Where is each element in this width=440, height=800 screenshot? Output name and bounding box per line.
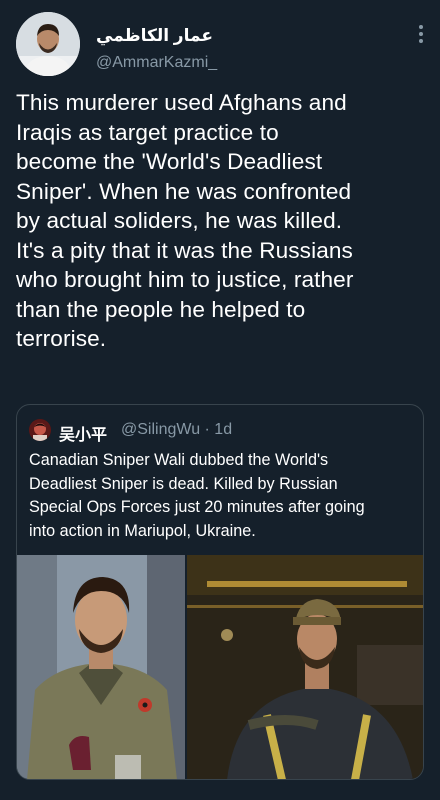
quoted-media <box>17 555 423 779</box>
quoted-author-avatar[interactable] <box>29 419 51 441</box>
quoted-tweet-text: Canadian Sniper Wali dubbed the World's … <box>29 449 419 543</box>
tweet-text-line: Sniper'. When he was confronted <box>16 178 352 204</box>
tweet-text-line: Iraqis as target practice to <box>16 119 279 145</box>
more-vertical-icon[interactable] <box>418 22 424 46</box>
tweet-text-line: by actual soliders, he was killed. <box>16 208 343 233</box>
quoted-text-line: Canadian Sniper Wali dubbed the World's <box>29 451 329 469</box>
tweet-text-line: terrorise. <box>16 326 107 351</box>
quoted-text-line: Special Ops Forces just 20 minutes after… <box>29 498 365 516</box>
author-display-name[interactable]: عمار الكاظمي <box>96 26 213 46</box>
author-avatar[interactable] <box>16 12 80 76</box>
quoted-author-display-name[interactable]: 吴小平 <box>59 421 107 445</box>
quoted-author-handle[interactable]: @SilingWu · 1d <box>121 421 232 439</box>
quoted-tweet[interactable]: 吴小平 @SilingWu · 1d Canadian Sniper Wali … <box>16 404 424 780</box>
tweet-text-line: than the people he helped to <box>16 296 306 322</box>
media-photo-soldier-at-night[interactable] <box>187 555 423 779</box>
media-photo-soldier-in-uniform[interactable] <box>17 555 185 779</box>
tweet-header: عمار الكاظمي @AmmarKazmi_ <box>16 12 424 78</box>
author-handle[interactable]: @AmmarKazmi_ <box>96 54 217 72</box>
quoted-text-line: into action in Mariupol, Ukraine. <box>29 521 256 540</box>
quoted-text-line: Deadliest Sniper is dead. Killed by Russ… <box>29 474 338 493</box>
tweet-text-line: become the 'World's Deadliest <box>16 149 323 174</box>
tweet-text-line: It's a pity that it was the Russians <box>16 237 353 263</box>
quoted-tweet-header: 吴小平 @SilingWu · 1d <box>29 417 409 444</box>
tweet-text: This murderer used Afghans and Iraqis as… <box>16 88 426 354</box>
tweet-text-line: who brought him to justice, rather <box>16 267 354 292</box>
tweet-text-line: This murderer used Afghans and <box>16 90 347 115</box>
